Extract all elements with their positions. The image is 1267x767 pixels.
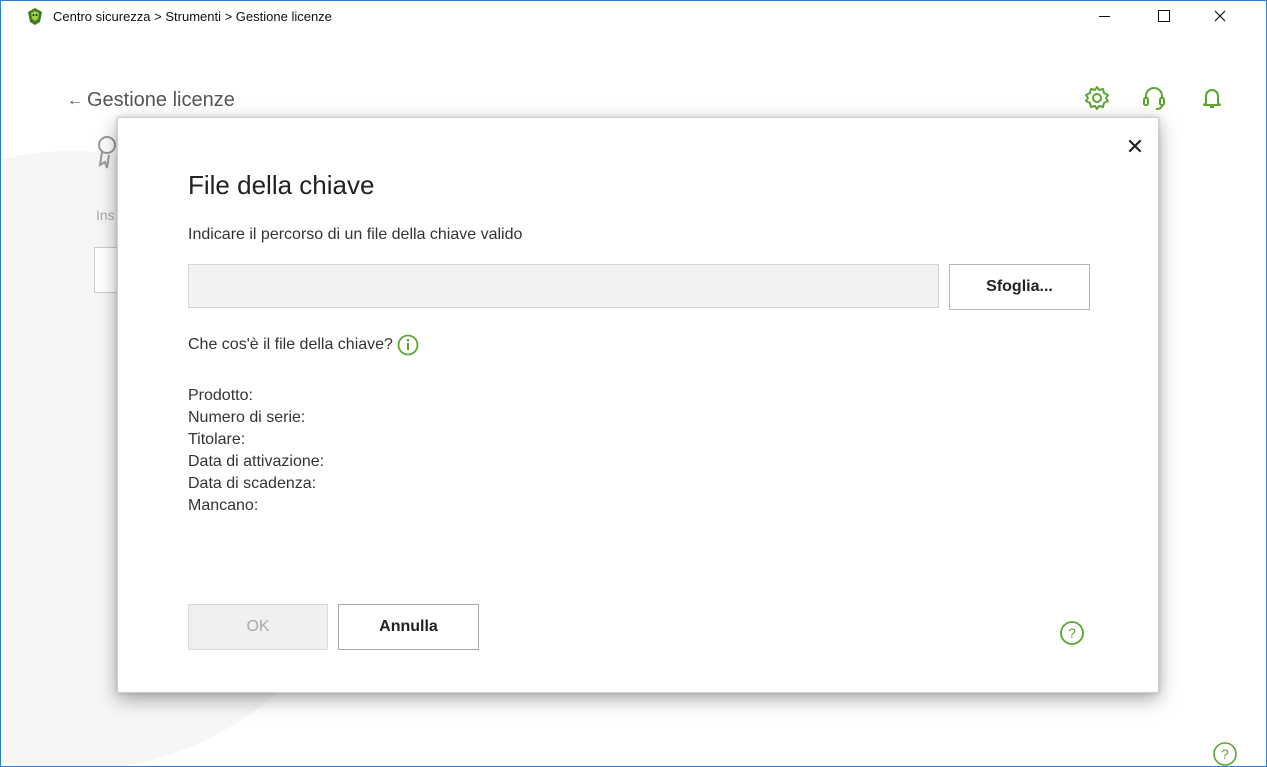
close-icon — [1214, 10, 1226, 22]
what-is-key-file-label: Che cos'è il file della chiave? — [188, 336, 393, 353]
cancel-button[interactable]: Annulla — [338, 604, 479, 650]
info-icon[interactable] — [397, 334, 419, 356]
page-title: Gestione licenze — [87, 89, 235, 111]
field-product-label: Prodotto: — [188, 387, 253, 404]
notifications-bell-icon[interactable] — [1197, 83, 1227, 113]
app-logo-icon — [28, 8, 42, 25]
field-owner-label: Titolare: — [188, 431, 246, 448]
field-serial-number-label: Numero di serie: — [188, 409, 306, 426]
dialog-close-button[interactable]: ✕ — [1124, 136, 1146, 158]
field-remaining-label: Mancano: — [188, 497, 259, 514]
svg-text:?: ? — [1221, 746, 1229, 762]
title-bar: Centro sicurezza > Strumenti > Gestione … — [1, 1, 1266, 31]
back-navigation[interactable]: ← Gestione licenze — [67, 89, 235, 112]
dialog-title: File della chiave — [188, 170, 375, 200]
field-activation-date-label: Data di attivazione: — [188, 453, 325, 470]
license-details-list: Prodotto: Numero di serie: Titolare: Dat… — [188, 385, 324, 517]
minimize-icon — [1098, 15, 1110, 17]
ok-button[interactable]: OK — [188, 604, 328, 650]
help-icon[interactable]: ? — [1212, 741, 1238, 767]
maximize-button[interactable] — [1141, 1, 1187, 31]
svg-text:?: ? — [1068, 625, 1076, 641]
settings-gear-icon[interactable] — [1082, 83, 1112, 113]
support-headset-icon[interactable] — [1139, 83, 1169, 113]
key-file-path-input[interactable] — [188, 264, 939, 308]
what-is-key-file-row: Che cos'è il file della chiave? — [188, 334, 419, 356]
back-arrow-icon: ← — [67, 91, 83, 109]
key-file-dialog: ✕ File della chiave Indicare il percorso… — [117, 117, 1159, 693]
background-instruction-text: Ins — [96, 207, 115, 223]
window-breadcrumb: Centro sicurezza > Strumenti > Gestione … — [53, 9, 332, 24]
maximize-icon — [1158, 10, 1170, 22]
minimize-button[interactable] — [1081, 1, 1127, 31]
browse-button[interactable]: Sfoglia... — [949, 264, 1090, 310]
dialog-help-icon[interactable]: ? — [1059, 620, 1085, 646]
dialog-subtitle: Indicare il percorso di un file della ch… — [188, 226, 523, 243]
app-window: Centro sicurezza > Strumenti > Gestione … — [0, 0, 1267, 767]
field-expiration-date-label: Data di scadenza: — [188, 475, 317, 492]
window-close-button[interactable] — [1197, 1, 1243, 31]
